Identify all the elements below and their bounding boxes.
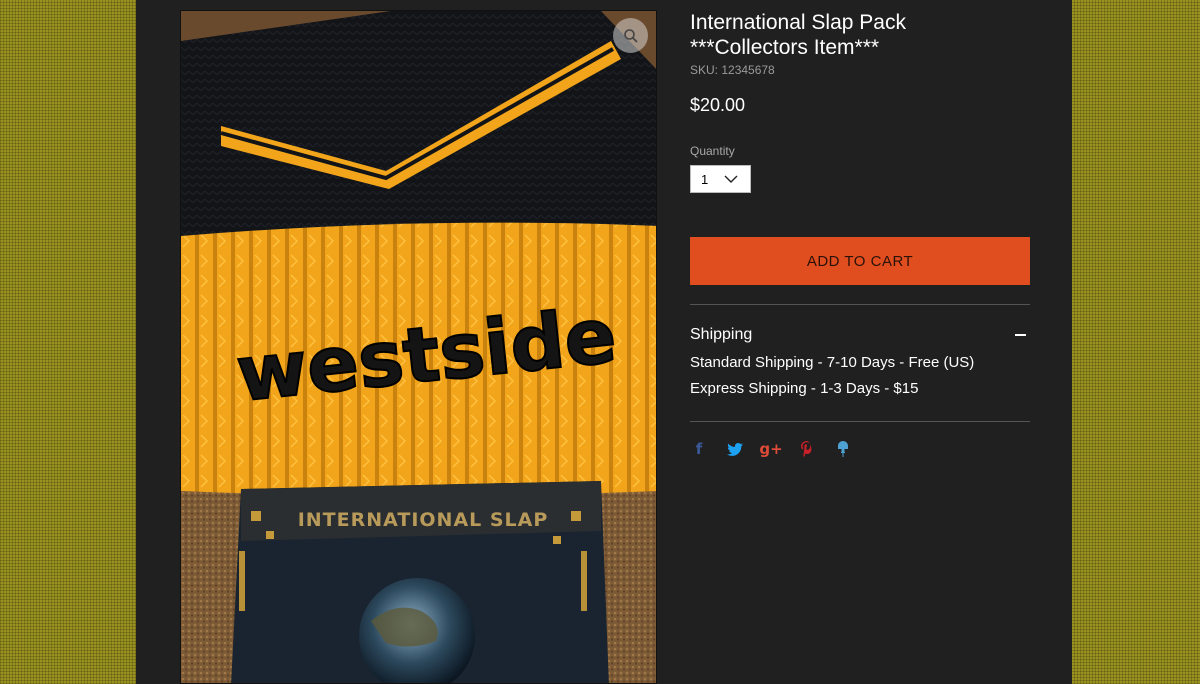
shipping-toggle[interactable]: Shipping (690, 323, 1030, 347)
facebook-icon[interactable]: f (688, 438, 710, 460)
shipping-line-standard: Standard Shipping - 7-10 Days - Free (US… (690, 354, 975, 371)
quantity-select[interactable]: 1 (690, 165, 751, 193)
divider (690, 421, 1030, 422)
product-title: International Slap Pack ***Collectors It… (690, 10, 1030, 60)
zoom-button[interactable] (613, 18, 648, 53)
quantity-value: 1 (701, 171, 709, 187)
social-share-bar: f g+ (688, 438, 854, 460)
google-plus-icon[interactable]: g+ (759, 438, 782, 460)
collapse-icon (1015, 334, 1026, 336)
product-title-line1: International Slap Pack (690, 11, 906, 34)
add-to-cart-button[interactable]: ADD TO CART (690, 237, 1030, 285)
product-image[interactable]: westside INTERNATIONAL SLAP (180, 10, 657, 684)
cd-title: INTERNATIONAL SLAP (298, 509, 549, 531)
product-details: International Slap Pack ***Collectors It… (690, 10, 1030, 193)
chevron-down-icon (724, 175, 738, 183)
zoom-icon (623, 28, 638, 43)
twitter-icon[interactable] (724, 438, 746, 460)
product-sku: SKU: 12345678 (690, 63, 775, 77)
quantity-label: Quantity (690, 144, 735, 158)
shipping-line-express: Express Shipping - 1-3 Days - $15 (690, 380, 919, 397)
shipping-title: Shipping (690, 326, 753, 343)
pinterest-icon[interactable] (796, 438, 818, 460)
product-title-line2: ***Collectors Item*** (690, 36, 880, 59)
product-price: $20.00 (690, 95, 746, 115)
fancy-icon[interactable] (832, 438, 854, 460)
divider (690, 304, 1030, 305)
